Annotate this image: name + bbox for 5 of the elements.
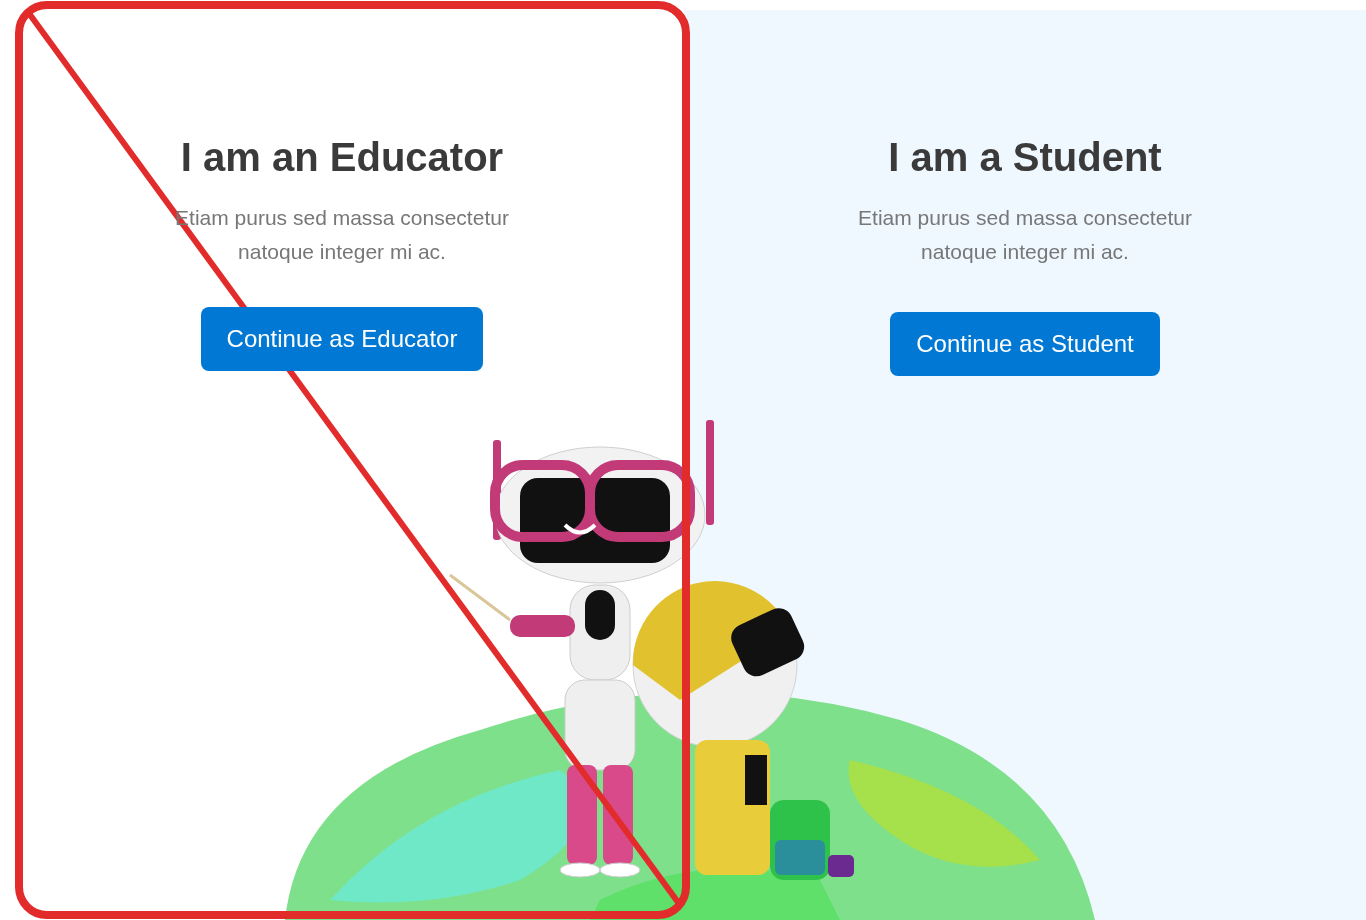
- continue-button[interactable]: Continue as Student: [890, 312, 1160, 376]
- card-description: Etiam purus sed massa consectetur natoque integer mi ac.: [857, 205, 1193, 265]
- continue-button[interactable]: Continue as Educator: [200, 307, 484, 371]
- card-title: I am a Student: [888, 134, 1162, 181]
- card-title: I am an Educator: [180, 134, 504, 181]
